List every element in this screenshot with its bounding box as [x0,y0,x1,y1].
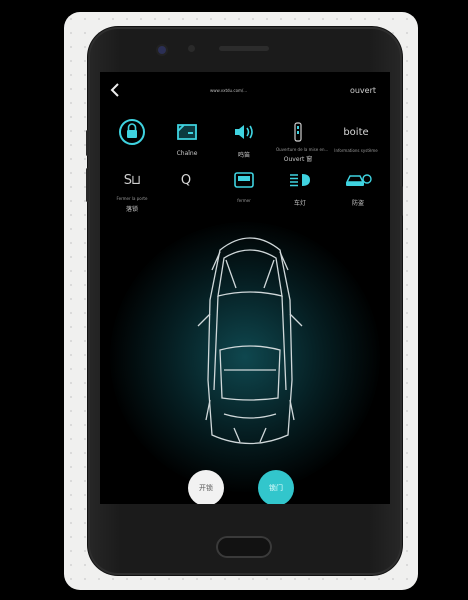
phone-side-button-left-2 [86,168,89,202]
seat-icon: S⊔ [123,172,141,188]
tile-seat-tiny: Fermer la porte [116,196,148,201]
tile-door-label: Chaîne [176,150,198,157]
lock-icon [119,119,145,145]
tile-search[interactable]: Q [166,160,206,200]
tile-headlight[interactable] [280,160,320,200]
tile-horn[interactable] [224,112,264,152]
lock-door-button[interactable]: 锁门 [258,470,294,504]
proximity-sensor [188,45,195,52]
phone-side-button-left [86,130,89,156]
back-button[interactable] [109,82,121,102]
tile-window-tiny: fermer [237,198,251,203]
search-icon: Q [180,172,192,188]
tile-horn-label: 鸣笛 [237,152,250,159]
tile-window[interactable] [224,160,264,200]
chevron-left-icon [110,83,119,97]
tile-seat-label: 落锁 [125,206,138,213]
home-button[interactable] [216,536,272,558]
front-camera [158,46,166,54]
key-icon [294,122,302,142]
unlock-button[interactable]: 开锁 [188,470,224,504]
headlight-icon [290,174,310,187]
tile-box-tiny: Informations système [334,148,378,153]
tile-headlight-label: 车灯 [293,200,306,207]
tile-seat[interactable]: S⊔ [112,160,152,200]
earpiece-speaker [219,46,269,51]
phone-side-button-right [400,186,403,216]
ouvert-link[interactable]: ouvert [350,86,376,95]
car-icon [345,174,372,186]
text-icon: boite [343,126,369,138]
tile-door[interactable] [167,112,207,152]
door-icon [177,124,197,140]
car-outline [197,237,303,445]
tile-key-tiny: Ouverture de la mise en... [276,147,329,152]
tile-alarm-label: 防盗 [351,200,364,207]
window-icon [234,172,254,188]
tile-lock[interactable] [112,112,152,152]
app-screen: www.vxtdu.com/... ouvert Chaîne 鸣笛 Ouver… [100,72,390,504]
tile-alarm[interactable] [338,160,378,200]
tile-box[interactable]: boite [336,112,376,152]
tile-key[interactable] [278,112,318,152]
speaker-icon [235,125,253,139]
topbar-title: www.vxtdu.com/... [210,88,248,93]
